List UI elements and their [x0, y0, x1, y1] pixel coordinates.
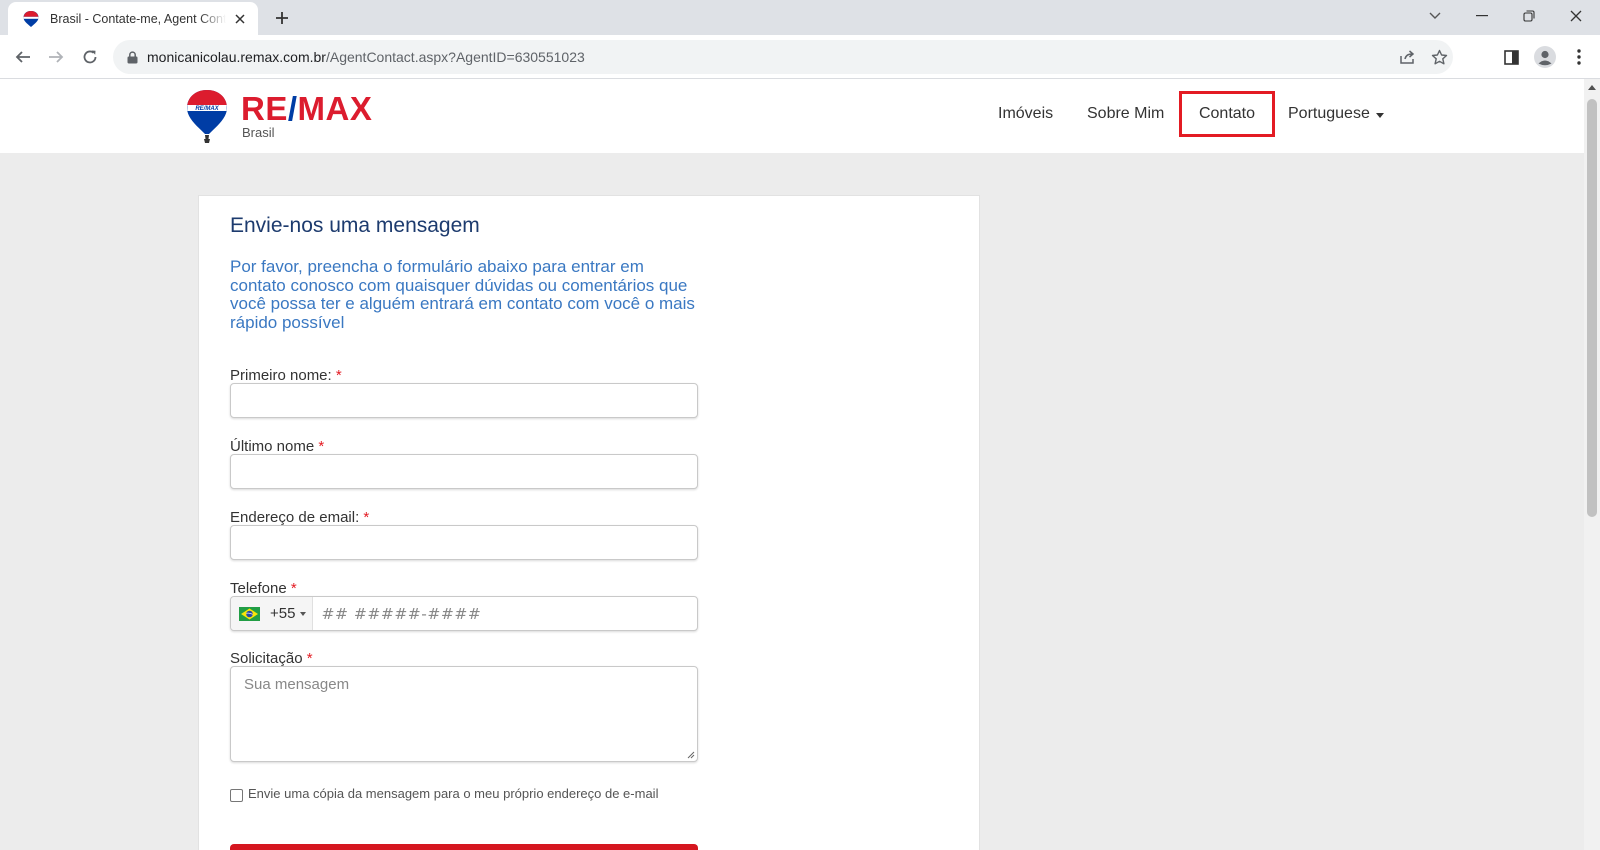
message-label: Solicitação * [230, 650, 313, 667]
first-name-label: Primeiro nome: * [230, 367, 342, 384]
share-icon[interactable] [1395, 45, 1419, 69]
remax-logo[interactable]: RE/MAX RE/MAX Brasil [185, 88, 372, 144]
new-tab-icon[interactable] [272, 8, 292, 28]
phone-placeholder: ## #####-#### [321, 604, 482, 623]
close-tab-icon[interactable] [232, 11, 248, 27]
page-viewport: RE/MAX RE/MAX Brasil Imóveis Sobre Mim C… [0, 79, 1584, 850]
resize-handle-icon[interactable] [686, 750, 695, 759]
form-intro: Por favor, preencha o formulário abaixo … [230, 257, 695, 332]
first-name-input[interactable] [230, 383, 698, 418]
lock-icon[interactable] [125, 50, 139, 64]
svg-text:RE/MAX: RE/MAX [195, 106, 219, 112]
email-label: Endereço de email: * [230, 509, 370, 526]
back-arrow-icon[interactable] [11, 45, 35, 69]
browser-toolbar: monicanicolau.remax.com.br/AgentContact.… [0, 35, 1600, 79]
email-input[interactable] [230, 525, 698, 560]
scroll-up-arrow-icon[interactable] [1588, 85, 1596, 90]
reload-icon[interactable] [78, 45, 102, 69]
close-window-icon[interactable] [1561, 5, 1591, 27]
copy-email-label[interactable]: Envie uma cópia da mensagem para o meu p… [248, 785, 678, 803]
tab-title: Brasil - Contate-me, Agent Contact [50, 11, 226, 26]
language-label: Portuguese [1288, 105, 1370, 122]
last-name-label: Último nome * [230, 438, 325, 455]
remax-balloon-icon: RE/MAX [187, 90, 227, 143]
scrollbar-thumb[interactable] [1587, 99, 1597, 517]
restore-icon[interactable] [1514, 5, 1544, 27]
forward-arrow-icon[interactable] [44, 45, 68, 69]
nav-sobre-mim[interactable]: Sobre Mim [1087, 91, 1164, 137]
contact-form-card: Envie-nos uma mensagem Por favor, preenc… [198, 195, 980, 850]
url-text: monicanicolau.remax.com.br/AgentContact.… [147, 49, 585, 65]
site-header: RE/MAX RE/MAX Brasil Imóveis Sobre Mim C… [0, 79, 1584, 153]
country-dial-code: +55 [270, 605, 296, 622]
country-code-selector[interactable]: +55 [231, 597, 314, 630]
remax-favicon-icon [23, 10, 39, 27]
nav-imoveis[interactable]: Imóveis [998, 91, 1053, 137]
caret-down-icon [300, 611, 307, 616]
phone-input[interactable]: +55 ## #####-#### [230, 596, 698, 631]
form-title: Envie-nos uma mensagem [230, 214, 480, 237]
browser-tab[interactable]: Brasil - Contate-me, Agent Contact [8, 2, 258, 35]
submit-button[interactable] [230, 844, 698, 850]
minimize-icon[interactable] [1467, 5, 1497, 27]
page-scrollbar[interactable] [1584, 79, 1600, 850]
logo-wordmark: RE/MAX [241, 90, 373, 127]
logo-subtitle: Brasil [242, 125, 275, 140]
bookmark-star-icon[interactable] [1427, 45, 1451, 69]
phone-label: Telefone * [230, 580, 297, 597]
address-bar[interactable]: monicanicolau.remax.com.br/AgentContact.… [113, 40, 1453, 74]
tab-search-chevron-icon[interactable] [1420, 5, 1450, 27]
menu-kebab-icon[interactable] [1567, 45, 1591, 69]
caret-down-icon [1375, 112, 1384, 118]
nav-contato[interactable]: Contato [1179, 91, 1275, 137]
brazil-flag-icon [239, 606, 260, 621]
message-textarea[interactable]: Sua mensagem [230, 666, 698, 762]
message-placeholder: Sua mensagem [244, 676, 350, 693]
copy-email-checkbox[interactable] [230, 789, 243, 802]
last-name-input[interactable] [230, 454, 698, 489]
side-panel-icon[interactable] [1499, 45, 1523, 69]
language-dropdown[interactable]: Portuguese [1288, 91, 1384, 137]
profile-avatar-icon[interactable] [1533, 45, 1557, 69]
browser-tab-bar: Brasil - Contate-me, Agent Contact [0, 0, 1600, 35]
